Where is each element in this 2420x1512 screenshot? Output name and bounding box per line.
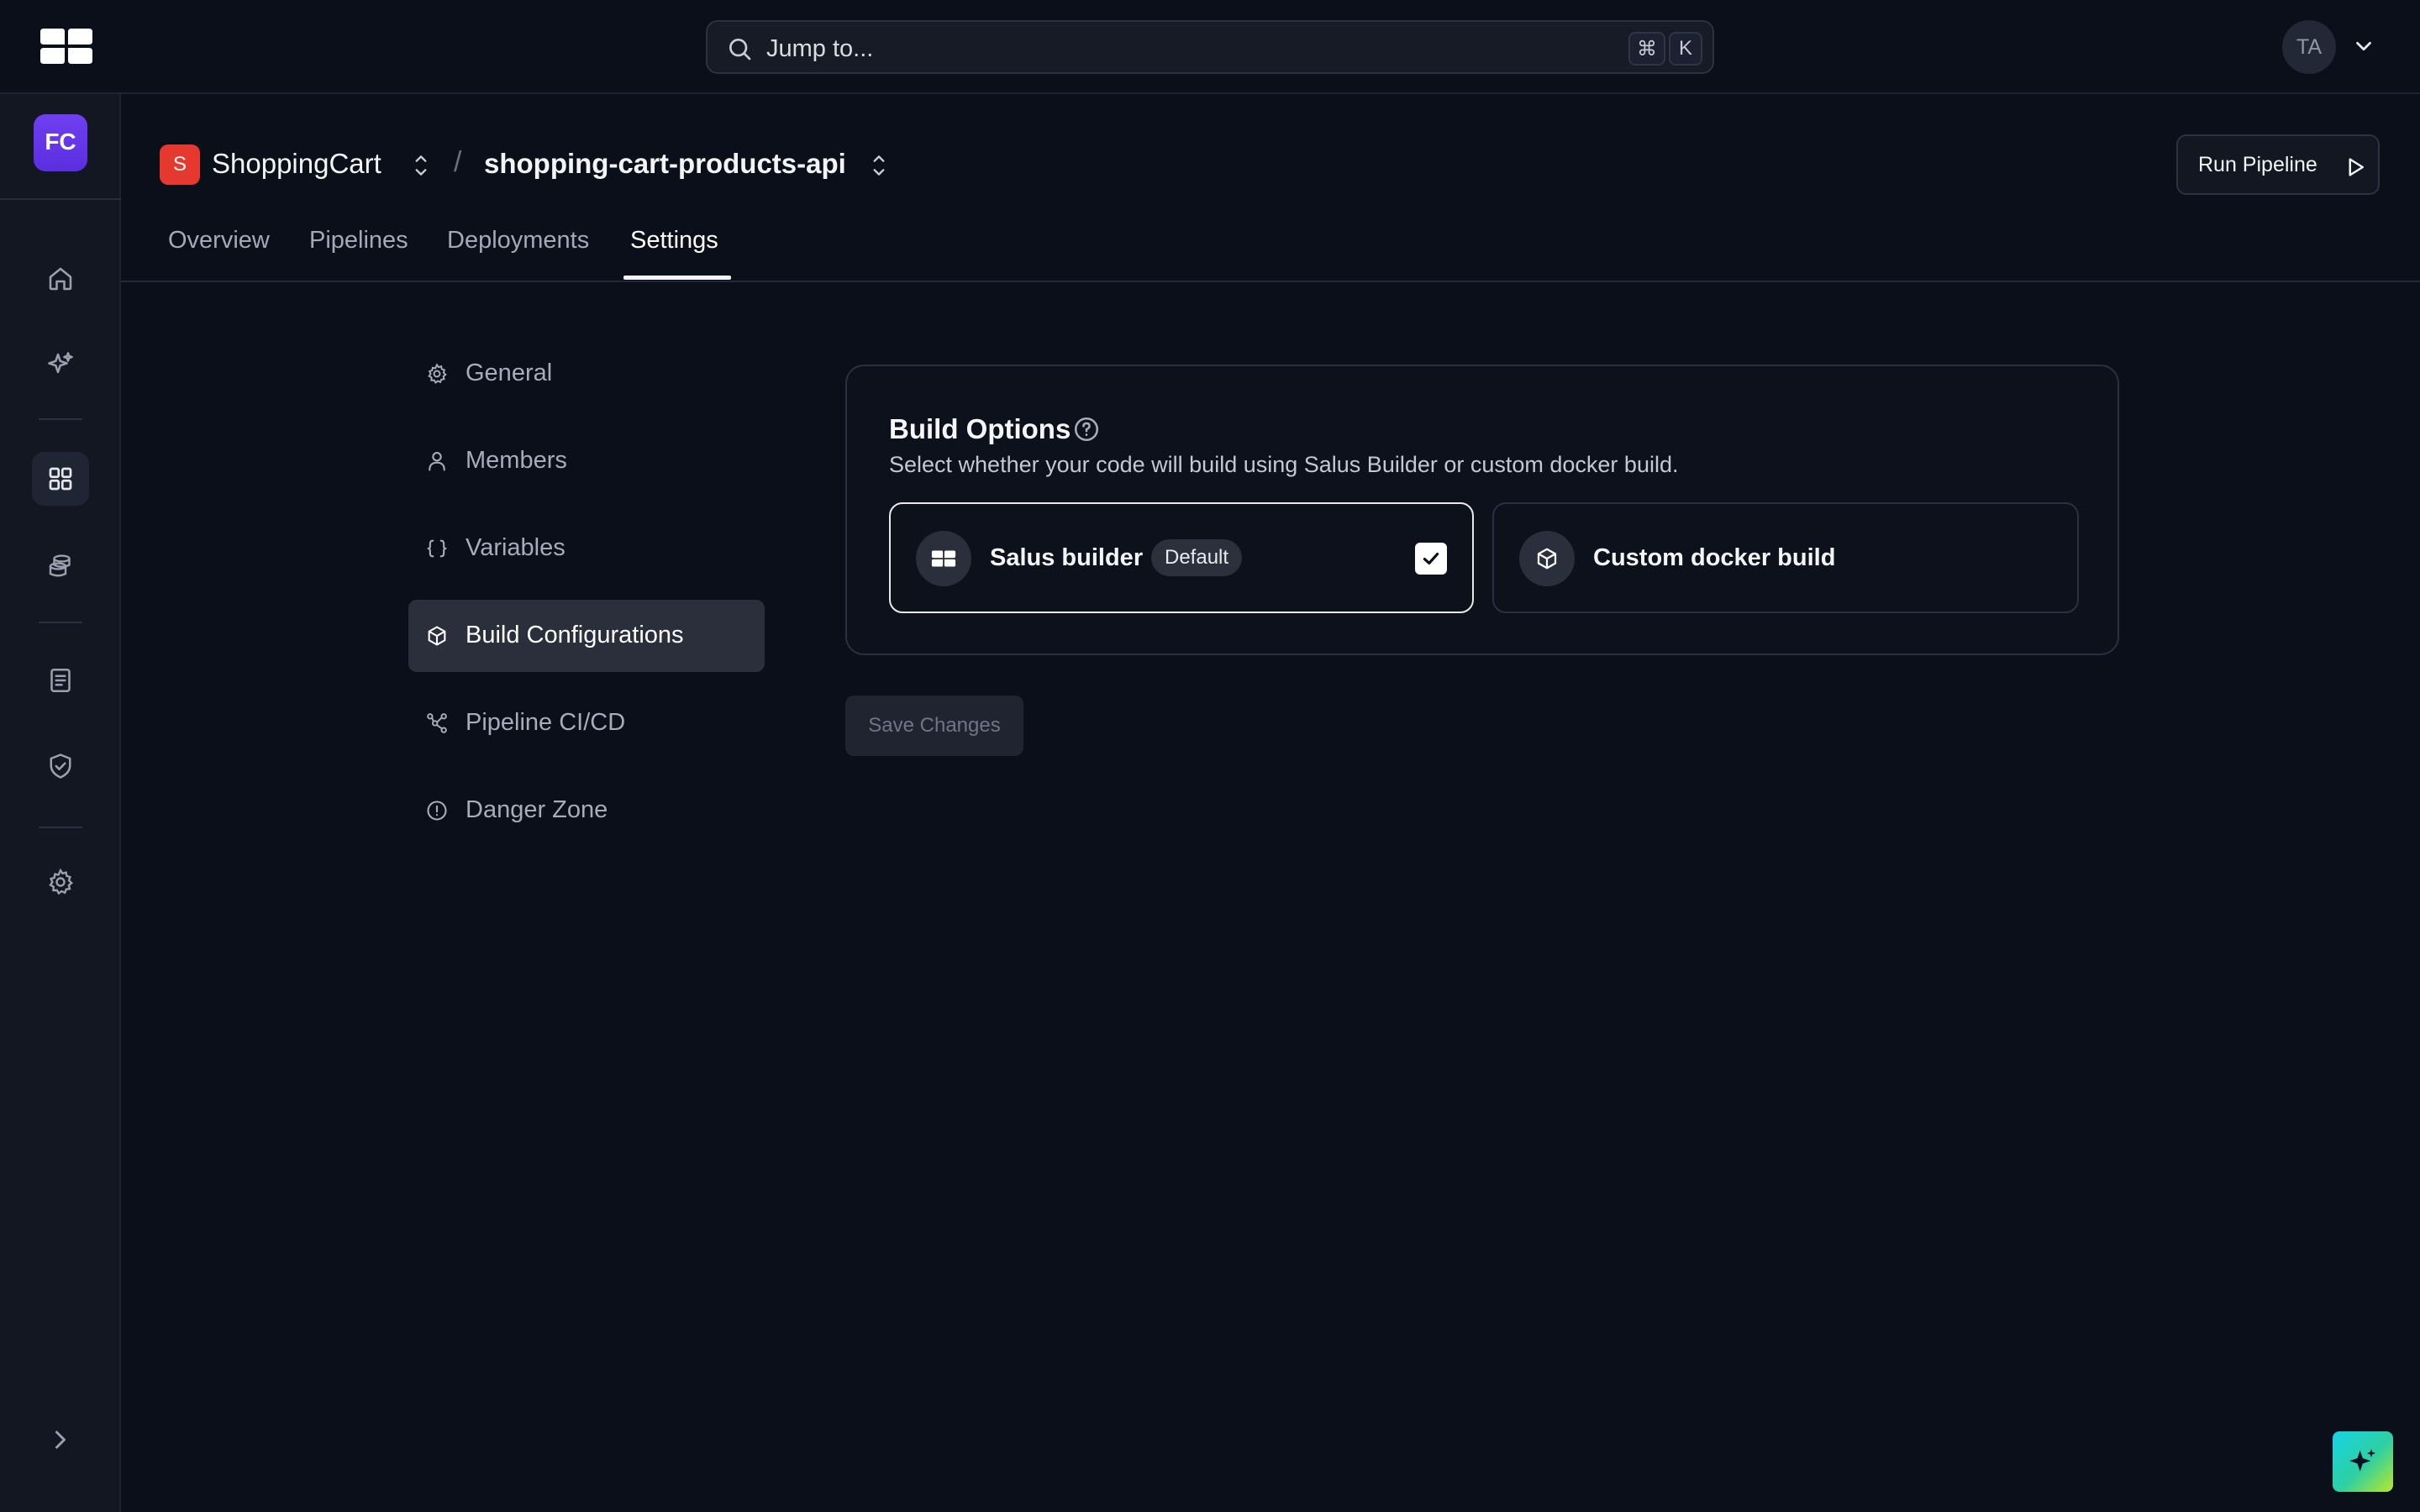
search-icon [726,35,753,62]
sidebar-item-home[interactable] [32,252,89,306]
tab-settings[interactable]: Settings [630,227,718,282]
settings-nav-label: Pipeline CI/CD [466,709,626,736]
rail-separator [39,622,82,623]
user-icon [429,452,445,471]
chevron-right-icon [55,1431,66,1449]
option-salus-builder[interactable]: Salus builder Default [889,502,1474,613]
sidebar-item-dashboard[interactable] [32,452,89,506]
salus-logo-icon [916,531,971,586]
run-pipeline-label: Run Pipeline [2198,153,2317,176]
repo-name[interactable]: shopping-cart-products-api [484,148,846,180]
home-icon [49,267,72,291]
grid-icon [49,467,72,491]
settings-nav-label: Variables [466,534,566,561]
default-badge: Default [1151,539,1243,576]
sidebar-rail: FC [0,94,121,1512]
expand-sidebar-button[interactable] [32,1413,89,1467]
org-avatar[interactable]: FC [34,114,87,171]
settings-nav-build-configurations[interactable]: Build Configurations [408,600,765,672]
cube-icon [1519,531,1575,586]
sidebar-item-docs[interactable] [32,654,89,707]
save-changes-button[interactable]: Save Changes [845,696,1023,756]
tab-deployments[interactable]: Deployments [447,227,589,282]
settings-nav-label: General [466,360,553,386]
settings-nav-danger-zone[interactable]: Danger Zone [408,774,765,847]
chevron-down-icon[interactable] [2351,34,2376,59]
pipeline-icon [427,713,447,733]
rail-separator [39,418,82,420]
run-pipeline-button[interactable]: Run Pipeline [2176,134,2380,195]
shortcut-k-key: K [1669,32,1702,66]
tab-pipelines[interactable]: Pipelines [309,227,408,282]
document-icon [50,668,71,693]
braces-icon [427,539,447,558]
database-icon [49,554,71,577]
build-options-card: Build Options Select whether your code w… [845,365,2119,655]
sidebar-item-settings[interactable] [32,855,89,909]
shield-check-icon [50,753,71,779]
search-input[interactable]: Jump to... ⌘ K [706,20,1714,74]
active-tab-indicator [623,276,731,280]
build-options-description: Select whether your code will build usin… [889,452,1679,477]
help-icon[interactable] [1072,415,1101,444]
breadcrumb-separator: / [454,146,462,178]
settings-nav-members[interactable]: Members [408,425,765,497]
settings-nav-variables[interactable]: Variables [408,512,765,585]
build-options-title: Build Options [889,413,1071,444]
selected-checkbox[interactable] [1415,543,1447,575]
option-label: Custom docker build [1593,544,1836,571]
user-avatar[interactable]: TA [2282,20,2336,74]
gear-icon [49,868,74,895]
tab-overview[interactable]: Overview [168,227,270,282]
search-placeholder: Jump to... [766,35,874,62]
tabs-divider [121,281,2420,282]
cube-icon [428,626,446,646]
settings-nav-label: Build Configurations [466,622,684,648]
rail-divider [0,198,121,200]
gear-icon [428,363,447,384]
sparkles-icon [48,352,73,374]
sparkle-icon [2349,1449,2375,1472]
option-custom-docker-build[interactable]: Custom docker build [1492,502,2079,613]
settings-nav-label: Members [466,447,567,474]
top-bar: Jump to... ⌘ K TA [0,0,2420,94]
repo-switcher-icon[interactable] [868,151,890,180]
settings-nav-pipeline-cicd[interactable]: Pipeline CI/CD [408,687,765,759]
option-label: Salus builder [990,544,1144,571]
project-name[interactable]: ShoppingCart [212,148,381,180]
sidebar-item-ai[interactable] [32,338,89,391]
check-icon [1423,552,1439,565]
sidebar-item-databases[interactable] [32,539,89,593]
project-switcher-icon[interactable] [410,151,432,180]
rail-separator [39,827,82,828]
project-badge: S [160,144,200,185]
play-icon [2349,158,2364,176]
alert-circle-icon [427,801,447,821]
ai-assistant-button[interactable] [2333,1431,2393,1492]
settings-nav-label: Danger Zone [466,796,608,823]
settings-nav-general[interactable]: General [408,338,765,410]
sidebar-item-security[interactable] [32,739,89,793]
shortcut-cmd-key: ⌘ [1628,32,1665,66]
app-logo-icon[interactable] [39,27,94,66]
